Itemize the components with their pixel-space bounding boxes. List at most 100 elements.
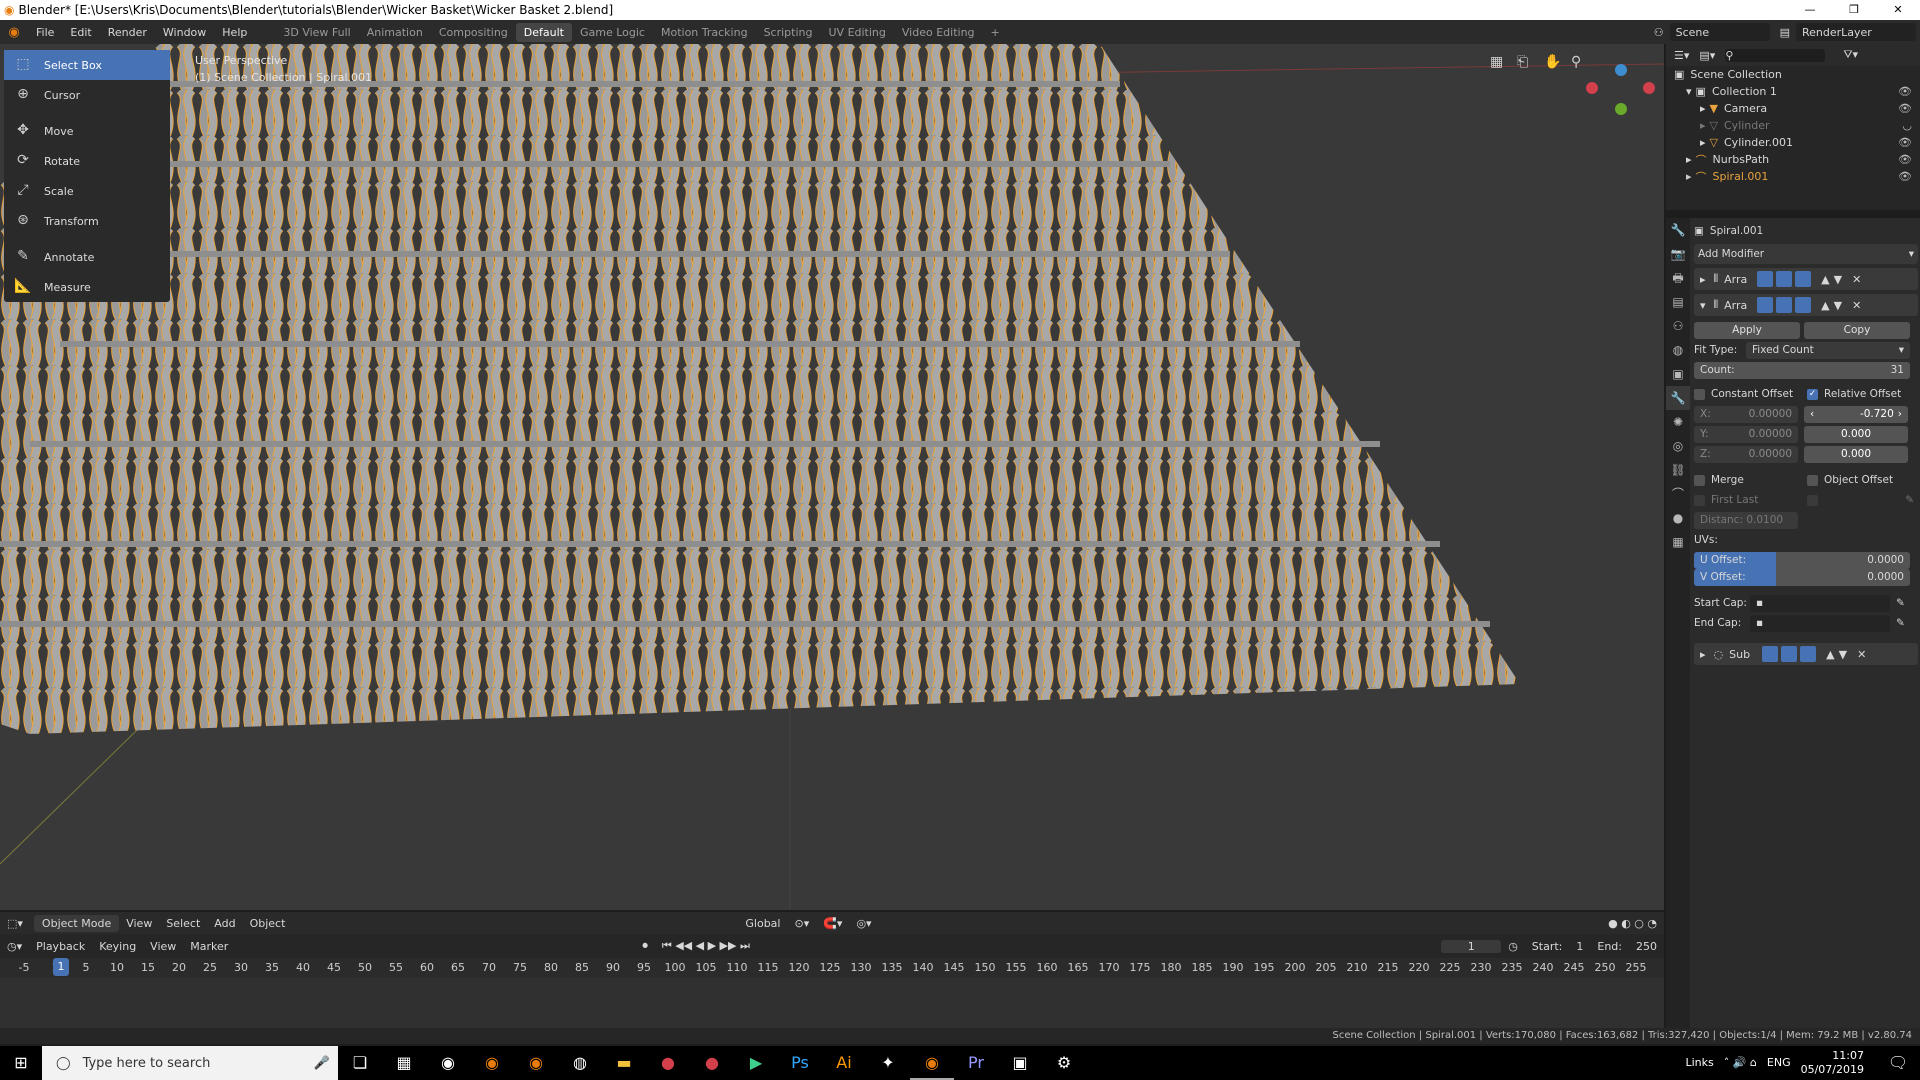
tool-annotate[interactable]: ✎ Annotate [4,242,170,272]
merge-distance-field[interactable]: Distanc: 0.0100 [1694,511,1798,529]
photoshop-icon[interactable]: Ps [778,1046,822,1080]
constraints-tab-icon[interactable]: ⛓ [1666,458,1690,482]
tool-move[interactable]: ✥ Move [4,116,170,146]
move-up-icon[interactable]: ▲ [1821,273,1829,286]
start-cap-field[interactable]: ▪ [1750,594,1890,612]
constant-z-field[interactable]: Z: 0.00000 [1694,445,1798,463]
add-modifier-dropdown[interactable]: Add Modifier ▾ [1694,244,1918,264]
outliner-item-camera[interactable]: ▸ ▼ Camera 👁 [1666,100,1920,117]
notifications-icon[interactable]: 🗨 [1876,1046,1920,1080]
tool-transform[interactable]: ⊛ Transform [4,206,170,236]
copy-button[interactable]: Copy [1804,321,1910,339]
chevron-right-icon[interactable]: ▸ [1700,648,1706,661]
object-mode-dropdown[interactable]: Object Mode [33,914,120,932]
move-up-icon[interactable]: ▲ [1826,648,1834,661]
modifier-header-subsurf[interactable]: ▸ ◌ Sub ▲ ▼ ✕ [1694,643,1918,665]
photos-icon[interactable]: ▣ [998,1046,1042,1080]
chevron-right-icon[interactable]: ▸ [1700,102,1706,115]
snap-icon[interactable]: 🧲▾ [816,917,849,930]
move-down-icon[interactable]: ▼ [1834,273,1842,286]
task-view-icon[interactable]: ❏ [338,1046,382,1080]
workspace-tab-3dview[interactable]: 3D View Full [275,26,358,39]
app-icon-4[interactable]: ✦ [866,1046,910,1080]
premiere-icon[interactable]: Pr [954,1046,998,1080]
close-button[interactable]: ✕ [1876,0,1920,20]
menu-keying[interactable]: Keying [92,940,143,953]
editmode-toggle-icon[interactable] [1795,271,1812,287]
chevron-right-icon[interactable]: ▸ [1686,153,1692,166]
menu-window[interactable]: Window [155,26,214,39]
fit-type-dropdown[interactable]: Fixed Count ▾ [1746,341,1910,359]
timeline-playhead[interactable]: 1 [53,958,69,976]
menu-timeline-view[interactable]: View [143,940,183,953]
visibility-eye-icon[interactable]: 👁 [1898,153,1912,166]
workspace-tab-animation[interactable]: Animation [359,26,431,39]
chevron-down-icon[interactable]: ▾ [1700,299,1706,312]
relative-y-field[interactable]: 0.000 [1804,425,1908,443]
apply-button[interactable]: Apply [1694,321,1800,339]
pan-hand-icon[interactable]: ✋ [1544,53,1561,70]
render-tab-icon[interactable]: 📷 [1666,242,1690,266]
workspace-tab-uv-editing[interactable]: UV Editing [821,26,894,39]
modifier-tab-icon[interactable]: 🔧 [1666,386,1690,410]
blender-taskbar-icon[interactable]: ◉ [470,1046,514,1080]
record-button[interactable]: ⏺ [635,939,655,953]
menu-add[interactable]: Add [207,917,242,930]
chevron-right-icon[interactable]: ▸ [1700,273,1706,286]
tool-scale[interactable]: ⤢ Scale [4,176,170,206]
chevron-right-icon[interactable]: ▸ [1700,119,1706,132]
workspace-tab-game-logic[interactable]: Game Logic [572,26,653,39]
scene-tab-icon[interactable]: ⚇ [1666,314,1690,338]
particles-tab-icon[interactable]: ✺ [1666,410,1690,434]
play-store-icon[interactable]: ▶ [734,1046,778,1080]
menu-playback[interactable]: Playback [29,940,92,953]
end-cap-field[interactable]: ▪ [1750,614,1890,632]
tool-rotate[interactable]: ⟳ Rotate [4,146,170,176]
relative-z-field[interactable]: 0.000 [1804,445,1908,463]
workspace-tab-compositing[interactable]: Compositing [431,26,516,39]
menu-edit[interactable]: Edit [62,26,99,39]
workspace-tab-default[interactable]: Default [515,22,572,42]
material-tab-icon[interactable]: ● [1666,506,1690,530]
frame-end-field[interactable]: 250 [1629,940,1664,953]
menu-view[interactable]: View [119,917,159,930]
outliner-editor-icon[interactable]: ☰▾ [1674,49,1689,62]
constant-offset-checkbox[interactable] [1694,388,1705,400]
pivot-icon[interactable]: ⊙▾ [787,917,816,930]
timeline-body[interactable] [0,978,1664,1034]
render-toggle-icon[interactable] [1762,646,1779,662]
workspace-tab-video-editing[interactable]: Video Editing [894,26,983,39]
remove-modifier-icon[interactable]: ✕ [1852,299,1861,312]
viewport-toggle-icon[interactable] [1776,297,1793,313]
visibility-eye-icon[interactable]: 👁 [1898,170,1912,183]
visibility-eye-icon[interactable]: 👁 [1898,85,1912,98]
viewport-shading-solid-icon[interactable]: ● ◐ ○ ◔ [1601,917,1664,930]
blender-menu-icon[interactable]: ◉ [0,25,28,40]
proportional-edit-icon[interactable]: ◎▾ [849,917,878,930]
render-toggle-icon[interactable] [1757,297,1774,313]
outliner-item-cylinder-001[interactable]: ▸ ▽ Cylinder.001 👁 [1666,134,1920,151]
u-offset-field[interactable]: U Offset: 0.0000 [1694,551,1910,569]
frame-start-field[interactable]: 1 [1569,940,1590,953]
outliner-root[interactable]: ▣ Scene Collection [1666,66,1920,83]
move-up-icon[interactable]: ▲ [1821,299,1829,312]
tool-tab-icon[interactable]: 🔧 [1666,218,1690,242]
merge-checkbox[interactable] [1694,474,1705,486]
blender-taskbar-icon-2[interactable]: ◉ [514,1046,558,1080]
render-toggle-icon[interactable] [1757,271,1774,287]
offset-object-field[interactable] [1807,494,1818,506]
output-tab-icon[interactable]: 🖶 [1666,266,1690,290]
tool-cursor[interactable]: ⊕ Cursor [4,80,170,110]
current-frame-field[interactable]: 1 [1441,939,1502,953]
blender-active-icon[interactable]: ◉ [910,1046,954,1080]
camera-view-icon[interactable]: ⎗ [1517,54,1528,70]
data-tab-icon[interactable]: ⌒ [1666,482,1690,506]
clock[interactable]: 11:07 05/07/2019 [1801,1049,1864,1077]
chevron-right-icon[interactable]: ▸ [1686,170,1692,183]
timeline-editor-icon[interactable]: ◷▾ [0,940,29,953]
v-offset-field[interactable]: V Offset: 0.0000 [1694,568,1910,586]
app-icon-2[interactable]: ● [646,1046,690,1080]
editor-type-icon[interactable]: ⬚▾ [0,917,30,930]
modifier-header-array-1[interactable]: ▸ ⫴ Arra ▲ ▼ ✕ [1694,268,1918,290]
chevron-down-icon[interactable]: ▾ [1686,85,1692,98]
